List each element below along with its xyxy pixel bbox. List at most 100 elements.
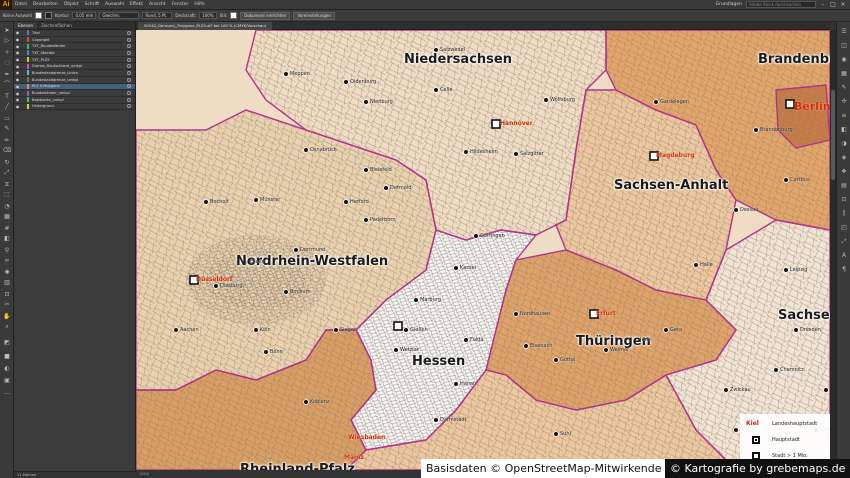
menu-fenster[interactable]: Fenster (169, 2, 192, 7)
layer-row[interactable]: ◉ Grenze_Deutschland_umkpl (14, 63, 135, 71)
symbols-icon[interactable]: ✣ (840, 98, 848, 106)
menu-effekt[interactable]: Effekt (127, 2, 146, 7)
visibility-eye-icon[interactable]: ◉ (14, 97, 21, 102)
tab-artboards[interactable]: Zeichenflächen (37, 22, 76, 29)
layers-dock-icon[interactable]: ▤ (840, 182, 848, 190)
libraries-icon[interactable]: ◫ (840, 42, 848, 50)
slice-tool-icon[interactable]: ✂ (2, 300, 12, 309)
magic-wand-icon[interactable]: ✧ (2, 48, 12, 57)
close-icon[interactable]: × (840, 1, 846, 8)
character-icon[interactable]: A (840, 252, 848, 260)
layer-target-icon[interactable] (127, 84, 131, 89)
menu-schrift[interactable]: Schrift (82, 2, 103, 7)
artboards-dock-icon[interactable]: ⊡ (840, 196, 848, 204)
layer-target-icon[interactable] (127, 57, 131, 62)
symbol-sprayer-icon[interactable]: ✺ (2, 268, 12, 277)
stroke-panel-icon[interactable]: ≡ (840, 112, 848, 120)
layer-row[interactable]: ◉ Bundeslandgrenze_umkpl (14, 77, 135, 84)
curvature-tool-icon[interactable]: ⌒ (2, 80, 12, 89)
blend-tool-icon[interactable]: ∞ (2, 256, 12, 265)
layer-row[interactable]: ◉ Hintergrund (14, 103, 135, 111)
color-mode-icon[interactable]: ■ (2, 352, 12, 361)
type-tool-icon[interactable]: T (2, 92, 12, 101)
stroke-profile-select[interactable]: Gleichm. (99, 12, 140, 19)
edit-toolbar-icon[interactable]: ··· (2, 390, 12, 399)
appearance-icon[interactable]: ◈ (840, 154, 848, 162)
visibility-eye-icon[interactable]: ◉ (14, 50, 21, 55)
align-icon[interactable]: ⫿ (840, 210, 848, 218)
pencil-icon[interactable]: ✏ (2, 136, 12, 145)
direct-selection-tool-icon[interactable]: ▷ (2, 36, 12, 45)
drawing-mode-icon[interactable]: ◐ (2, 364, 12, 373)
minimize-icon[interactable]: – (820, 1, 826, 8)
fill-swatch[interactable] (35, 12, 42, 19)
layer-row[interactable]: ◉ Bundesländer_umkpl (14, 90, 135, 97)
visibility-eye-icon[interactable]: ◉ (14, 57, 21, 62)
layer-row[interactable]: ◉ Basiskarte_umkpl (14, 97, 135, 104)
layer-target-icon[interactable] (127, 97, 131, 102)
menu-datei[interactable]: Datei (12, 2, 30, 7)
document-tab[interactable]: 50042_Germany_Polygone_PLZ5.ai* bei 100 … (138, 22, 273, 30)
layer-target-icon[interactable] (127, 30, 131, 35)
visibility-eye-icon[interactable]: ◉ (14, 77, 21, 82)
layer-target-icon[interactable] (127, 37, 131, 42)
preferences-button[interactable]: Voreinstellungen (293, 11, 335, 20)
menu-ansicht[interactable]: Ansicht (146, 2, 169, 7)
rectangle-tool-icon[interactable]: ▭ (2, 114, 12, 123)
mesh-tool-icon[interactable]: # (2, 224, 12, 233)
pen-tool-icon[interactable]: ✒ (2, 70, 12, 79)
menu-bearbeiten[interactable]: Bearbeiten (30, 2, 61, 7)
eraser-icon[interactable]: ⌫ (2, 146, 12, 155)
free-transform-icon[interactable]: ⬚ (2, 190, 12, 199)
maximize-icon[interactable]: □ (830, 1, 836, 8)
layer-target-icon[interactable] (127, 64, 131, 69)
shape-builder-icon[interactable]: ◔ (2, 202, 12, 211)
stroke-weight-field[interactable]: 0,05 mm (72, 12, 97, 19)
width-tool-icon[interactable]: ⧖ (2, 180, 12, 189)
stock-search-input[interactable]: Adobe Stock durchsuchen (746, 1, 816, 8)
gradient-tool-icon[interactable]: ◧ (2, 234, 12, 243)
document-setup-button[interactable]: Dokument einrichten (240, 11, 291, 20)
visibility-eye-icon[interactable]: ◉ (14, 91, 21, 96)
menu-objekt[interactable]: Objekt (61, 2, 82, 7)
selection-tool-icon[interactable]: ➤ (2, 26, 12, 35)
visibility-eye-icon[interactable]: ◉ (14, 37, 21, 42)
fill-stroke-icon[interactable]: ◩ (2, 338, 12, 347)
layer-row[interactable]: ◉ Titel (14, 30, 135, 37)
menu-auswahl[interactable]: Auswahl (102, 2, 127, 7)
stroke-swatch[interactable] (45, 12, 52, 19)
brushes-icon[interactable]: ✎ (840, 84, 848, 92)
lasso-icon[interactable]: ◌ (2, 58, 12, 67)
layer-row[interactable]: ◉ TXT_Staedte (14, 50, 135, 57)
paintbrush-icon[interactable]: ✎ (2, 124, 12, 133)
color-icon[interactable]: ◉ (840, 56, 848, 64)
style-swatch[interactable] (230, 12, 238, 19)
visibility-eye-icon[interactable]: ◉ (14, 70, 21, 75)
scale-tool-icon[interactable]: ⤢ (2, 168, 12, 177)
graphic-styles-icon[interactable]: ❖ (840, 168, 848, 176)
layer-row[interactable]: ◉ PLZ 5-Polygone (14, 83, 135, 91)
layer-target-icon[interactable] (127, 91, 131, 96)
artboard-tool-icon[interactable]: ⊡ (2, 290, 12, 299)
layer-row[interactable]: ◉ TXT_PLZ5 (14, 57, 135, 64)
hand-tool-icon[interactable]: ✋ (2, 312, 12, 321)
screen-mode-icon[interactable]: ▣ (2, 376, 12, 385)
visibility-eye-icon[interactable]: ◉ (14, 104, 21, 109)
brush-select[interactable]: Rund, 5 Pt. (142, 12, 173, 19)
layer-target-icon[interactable] (127, 77, 131, 82)
paragraph-icon[interactable]: ¶ (840, 266, 848, 274)
graph-tool-icon[interactable]: ▥ (2, 278, 12, 287)
rotate-tool-icon[interactable]: ↻ (2, 158, 12, 167)
perspective-grid-icon[interactable]: ▦ (2, 212, 12, 221)
layer-target-icon[interactable] (127, 50, 131, 55)
layer-target-icon[interactable] (127, 70, 131, 75)
visibility-eye-icon[interactable]: ◉ (14, 84, 21, 89)
tab-layers[interactable]: Ebenen (14, 22, 38, 29)
visibility-eye-icon[interactable]: ◉ (14, 30, 21, 35)
layer-row[interactable]: ◉ TXT_Bundesländer (14, 43, 135, 51)
layer-target-icon[interactable] (127, 104, 131, 109)
line-tool-icon[interactable]: ╱ (2, 102, 12, 111)
artboard-canvas[interactable]: Niedersachsen Brandenburg Sachsen-Anhalt… (136, 30, 830, 470)
layer-target-icon[interactable] (127, 44, 131, 49)
visibility-eye-icon[interactable]: ◉ (14, 64, 21, 69)
